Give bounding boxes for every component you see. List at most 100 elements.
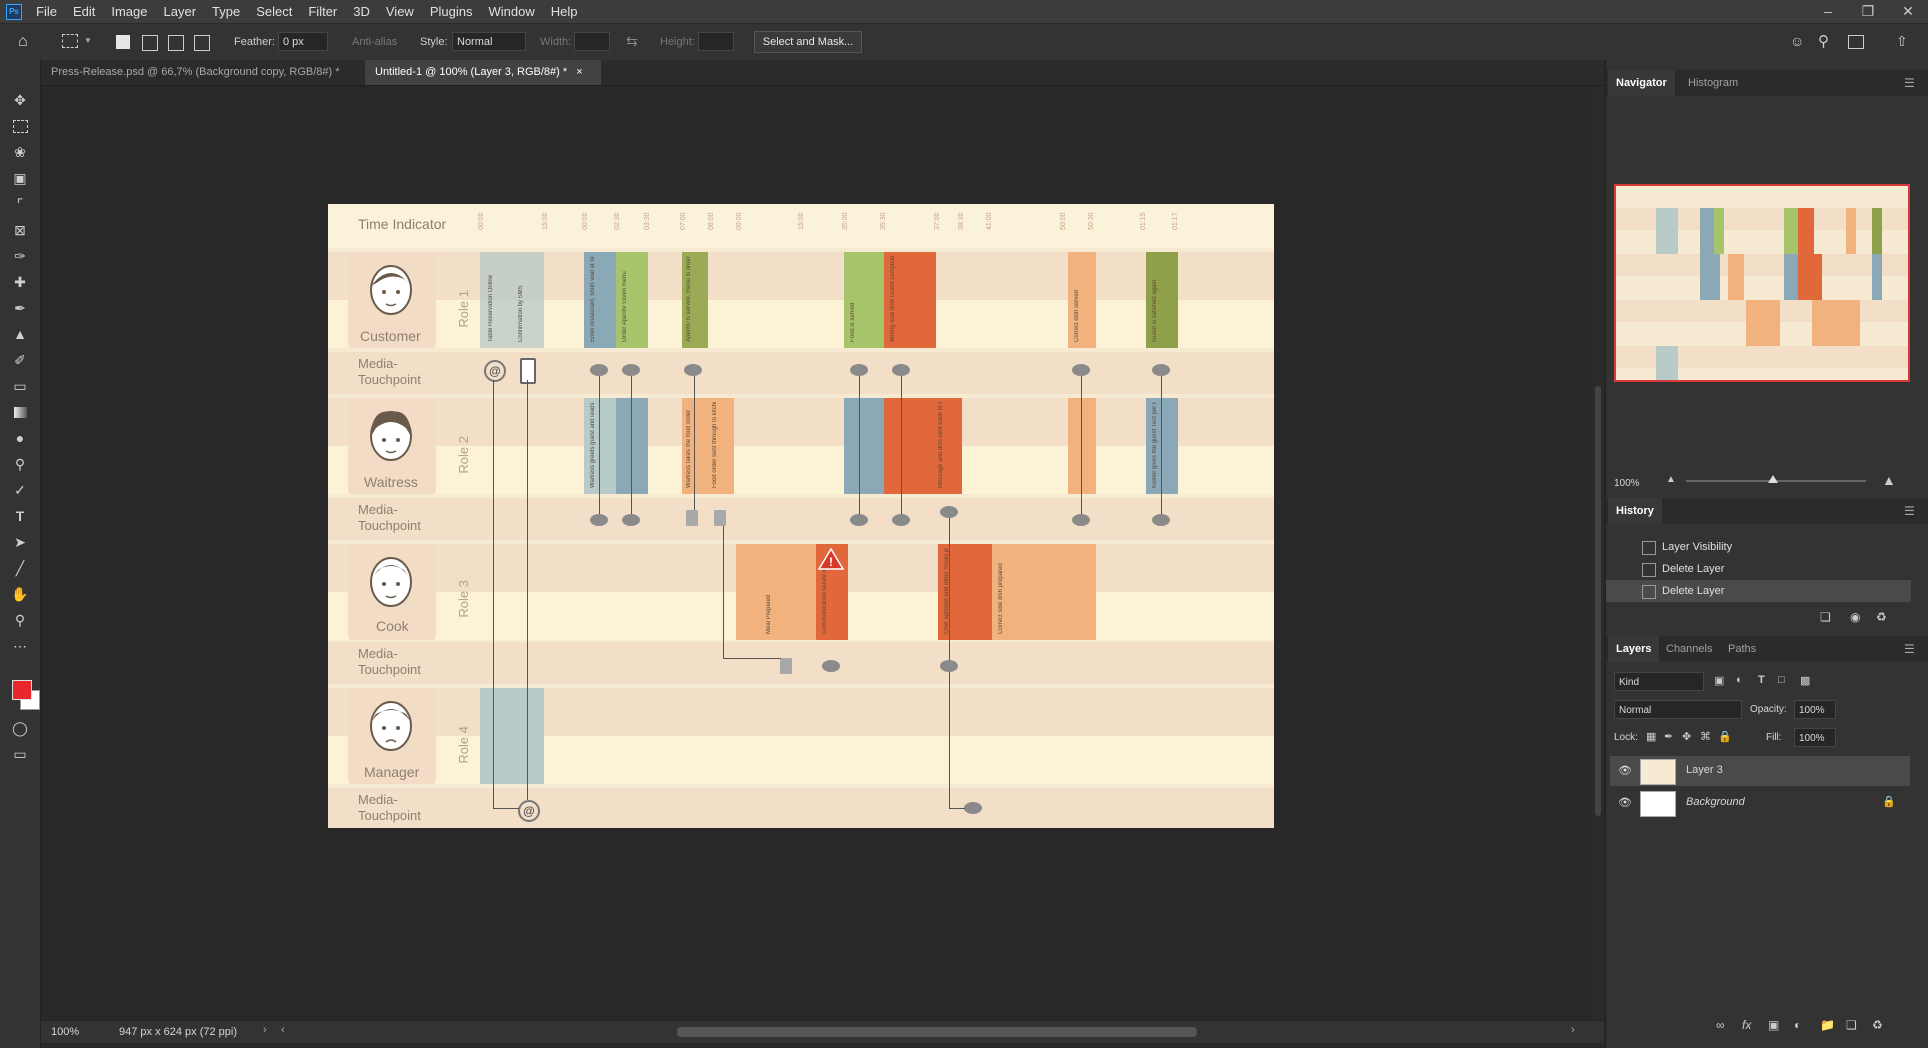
menu-file[interactable]: File — [28, 4, 65, 19]
layer-row[interactable]: 👁 Background 🔒 — [1610, 788, 1910, 818]
rectangular-marquee-icon[interactable] — [9, 116, 31, 136]
menu-image[interactable]: Image — [103, 4, 155, 19]
type-tool-icon[interactable]: T — [9, 506, 31, 526]
menu-select[interactable]: Select — [248, 4, 300, 19]
line-tool-icon[interactable]: ╱ — [9, 558, 31, 578]
workspace-icon[interactable] — [1848, 35, 1864, 49]
add-selection-icon[interactable] — [142, 35, 158, 51]
opacity-input[interactable]: 100% — [1794, 700, 1836, 719]
screen-mode-icon[interactable]: ▭ — [9, 744, 31, 764]
gradient-icon[interactable] — [9, 402, 31, 422]
filter-pixel-icon[interactable]: ▣ — [1714, 674, 1724, 687]
style-select[interactable]: Normal — [452, 32, 526, 51]
tab-press-release[interactable]: Press-Release.psd @ 66,7% (Background co… — [41, 60, 365, 103]
history-item-selected[interactable]: Delete Layer — [1606, 580, 1911, 602]
blend-mode-select[interactable]: Normal — [1614, 700, 1742, 719]
marquee-tool-preset-icon[interactable] — [62, 34, 78, 48]
vertical-scrollbar[interactable] — [1592, 86, 1604, 1020]
new-group-icon[interactable]: 📁 — [1820, 1018, 1835, 1032]
lock-position-icon[interactable]: ✥ — [1682, 730, 1691, 743]
search-icon[interactable]: ⚲ — [1818, 32, 1829, 50]
menu-layer[interactable]: Layer — [156, 4, 205, 19]
horizontal-scroll-thumb[interactable] — [677, 1027, 1197, 1037]
scroll-left-icon[interactable]: ‹ — [281, 1024, 285, 1036]
history-item[interactable]: Delete Layer — [1606, 558, 1911, 580]
adjustment-layer-icon[interactable]: ◐ — [1794, 1018, 1801, 1032]
select-and-mask-button[interactable]: Select and Mask... — [754, 31, 862, 53]
link-layers-icon[interactable]: ∞ — [1716, 1018, 1725, 1032]
new-selection-icon[interactable] — [116, 35, 130, 49]
delete-layer-icon[interactable]: ♻ — [1872, 1018, 1883, 1032]
eye-icon[interactable]: 👁 — [1618, 796, 1632, 809]
account-icon[interactable]: ☺ — [1790, 33, 1804, 49]
navigator-zoom[interactable]: 100% — [1614, 478, 1640, 489]
menu-3d[interactable]: 3D — [345, 4, 378, 19]
feather-input[interactable]: 0 px — [278, 32, 328, 51]
lock-pixels-icon[interactable]: ✒ — [1664, 730, 1673, 743]
layer-name[interactable]: Layer 3 — [1686, 764, 1723, 776]
snapshot-icon[interactable]: ◉ — [1850, 610, 1860, 624]
more-tools-icon[interactable]: ⋯ — [9, 636, 31, 656]
history-brush-icon[interactable]: ✐ — [9, 350, 31, 370]
zoom-level[interactable]: 100% — [51, 1026, 79, 1038]
zoom-in-icon[interactable]: ▲ — [1882, 472, 1896, 488]
chevron-right-icon[interactable]: › — [263, 1024, 267, 1036]
fill-input[interactable]: 100% — [1794, 728, 1836, 747]
home-icon[interactable]: ⌂ — [18, 33, 38, 51]
tab-untitled-1[interactable]: Untitled-1 @ 100% (Layer 3, RGB/8#) * × — [365, 60, 601, 85]
brush-icon[interactable]: ✒ — [9, 298, 31, 318]
chevron-down-icon[interactable]: ▼ — [84, 36, 92, 45]
filter-shape-icon[interactable]: □ — [1778, 674, 1785, 686]
fx-icon[interactable]: fx — [1742, 1018, 1751, 1032]
scroll-right-icon[interactable]: › — [1571, 1024, 1575, 1036]
menu-type[interactable]: Type — [204, 4, 248, 19]
healing-brush-icon[interactable]: ✚ — [9, 272, 31, 292]
trash-icon[interactable]: ♻ — [1876, 610, 1887, 624]
layer-name[interactable]: Background — [1686, 796, 1745, 808]
zoom-slider[interactable] — [1686, 475, 1866, 483]
antialias-checkbox[interactable]: Anti-alias — [352, 36, 397, 48]
crop-icon[interactable]: ⌜ — [9, 194, 31, 214]
eyedropper-icon[interactable]: ✑ — [9, 246, 31, 266]
intersect-selection-icon[interactable] — [194, 35, 210, 51]
menu-view[interactable]: View — [378, 4, 422, 19]
menu-window[interactable]: Window — [480, 4, 542, 19]
menu-plugins[interactable]: Plugins — [422, 4, 481, 19]
new-document-from-state-icon[interactable]: ❏ — [1820, 610, 1831, 624]
tab-history[interactable]: History — [1608, 498, 1662, 524]
height-input[interactable] — [698, 32, 734, 51]
layer-filter-kind[interactable]: Kind — [1614, 672, 1704, 691]
close-window-icon[interactable]: ✕ — [1888, 0, 1928, 23]
quick-mask-icon[interactable]: ◯ — [9, 718, 31, 738]
move-tool-icon[interactable]: ✥ — [9, 90, 31, 110]
filter-type-icon[interactable]: T — [1758, 674, 1765, 686]
tab-channels[interactable]: Channels — [1658, 636, 1720, 662]
scroll-thumb[interactable] — [1595, 386, 1601, 816]
panel-menu-icon[interactable]: ☰ — [1904, 642, 1915, 656]
tab-layers[interactable]: Layers — [1608, 636, 1660, 662]
menu-help[interactable]: Help — [543, 4, 586, 19]
swap-icon[interactable]: ⇆ — [626, 33, 638, 50]
lock-all-icon[interactable]: 🔒 — [1718, 730, 1732, 743]
width-input[interactable] — [574, 32, 610, 51]
tab-histogram[interactable]: Histogram — [1680, 70, 1746, 96]
restore-icon[interactable]: ❐ — [1848, 0, 1888, 23]
pen-icon[interactable]: ✓ — [9, 480, 31, 500]
path-selection-icon[interactable]: ➤ — [9, 532, 31, 552]
menu-filter[interactable]: Filter — [300, 4, 345, 19]
navigator-preview[interactable] — [1614, 184, 1910, 382]
hand-icon[interactable]: ✋ — [9, 584, 31, 604]
subtract-selection-icon[interactable] — [168, 35, 184, 51]
share-icon[interactable]: ⇧ — [1896, 33, 1908, 50]
lock-transparent-icon[interactable]: ▦ — [1646, 730, 1656, 743]
panel-menu-icon[interactable]: ☰ — [1904, 76, 1915, 90]
blur-icon[interactable]: ● — [9, 428, 31, 448]
zoom-out-icon[interactable]: ▲ — [1666, 474, 1676, 485]
add-mask-icon[interactable]: ▣ — [1768, 1018, 1779, 1032]
menu-edit[interactable]: Edit — [65, 4, 103, 19]
lasso-icon[interactable]: ❀ — [9, 142, 31, 162]
close-tab-icon[interactable]: × — [576, 66, 582, 78]
zoom-icon[interactable]: ⚲ — [9, 610, 31, 630]
filter-adjustment-icon[interactable]: ◐ — [1736, 674, 1743, 686]
zoom-slider-thumb[interactable] — [1768, 475, 1778, 483]
